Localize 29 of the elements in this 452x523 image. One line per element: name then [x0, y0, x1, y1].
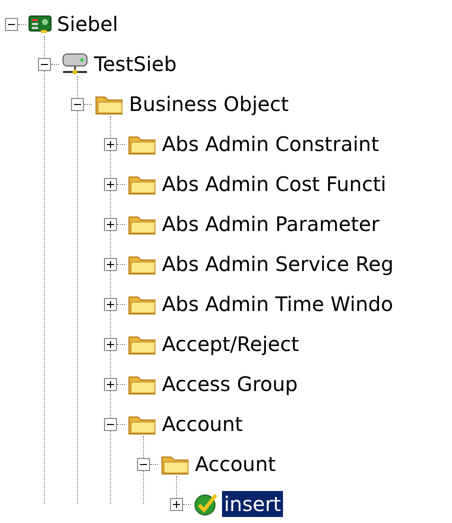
collapse-toggle[interactable]: [38, 58, 51, 70]
tree-item-label[interactable]: Accept/Reject: [160, 331, 301, 357]
expand-toggle[interactable]: [104, 298, 117, 310]
computer-icon: [61, 52, 89, 76]
tree-item-label[interactable]: Abs Admin Service Reg: [160, 251, 396, 277]
circuit-board-icon: [28, 14, 52, 34]
expand-toggle[interactable]: [170, 498, 183, 510]
tree-item-label[interactable]: Business Object: [127, 91, 291, 117]
tree-item-label[interactable]: Abs Admin Time Windo: [160, 291, 396, 317]
tree-item-label[interactable]: Account: [160, 411, 245, 437]
collapse-toggle[interactable]: [71, 98, 84, 110]
tree-item-label[interactable]: Abs Admin Parameter: [160, 211, 382, 237]
tree-item-label[interactable]: Abs Admin Cost Functi: [160, 171, 388, 197]
check-icon: [193, 491, 219, 517]
tree-item-label[interactable]: Account: [193, 451, 278, 477]
tree-item-label[interactable]: TestSieb: [92, 51, 179, 77]
collapse-toggle[interactable]: [104, 418, 117, 430]
tree-item-label[interactable]: Siebel: [55, 11, 120, 37]
tree-item-label[interactable]: insert: [222, 491, 284, 517]
expand-toggle[interactable]: [104, 258, 117, 270]
tree-item-label[interactable]: Abs Admin Constraint: [160, 131, 381, 157]
expand-toggle[interactable]: [104, 138, 117, 150]
expand-toggle[interactable]: [104, 178, 117, 190]
expand-toggle[interactable]: [104, 378, 117, 390]
collapse-toggle[interactable]: [5, 18, 18, 30]
tree-item-label[interactable]: Access Group: [160, 371, 300, 397]
expand-toggle[interactable]: [104, 218, 117, 230]
collapse-toggle[interactable]: [137, 458, 150, 470]
expand-toggle[interactable]: [104, 338, 117, 350]
